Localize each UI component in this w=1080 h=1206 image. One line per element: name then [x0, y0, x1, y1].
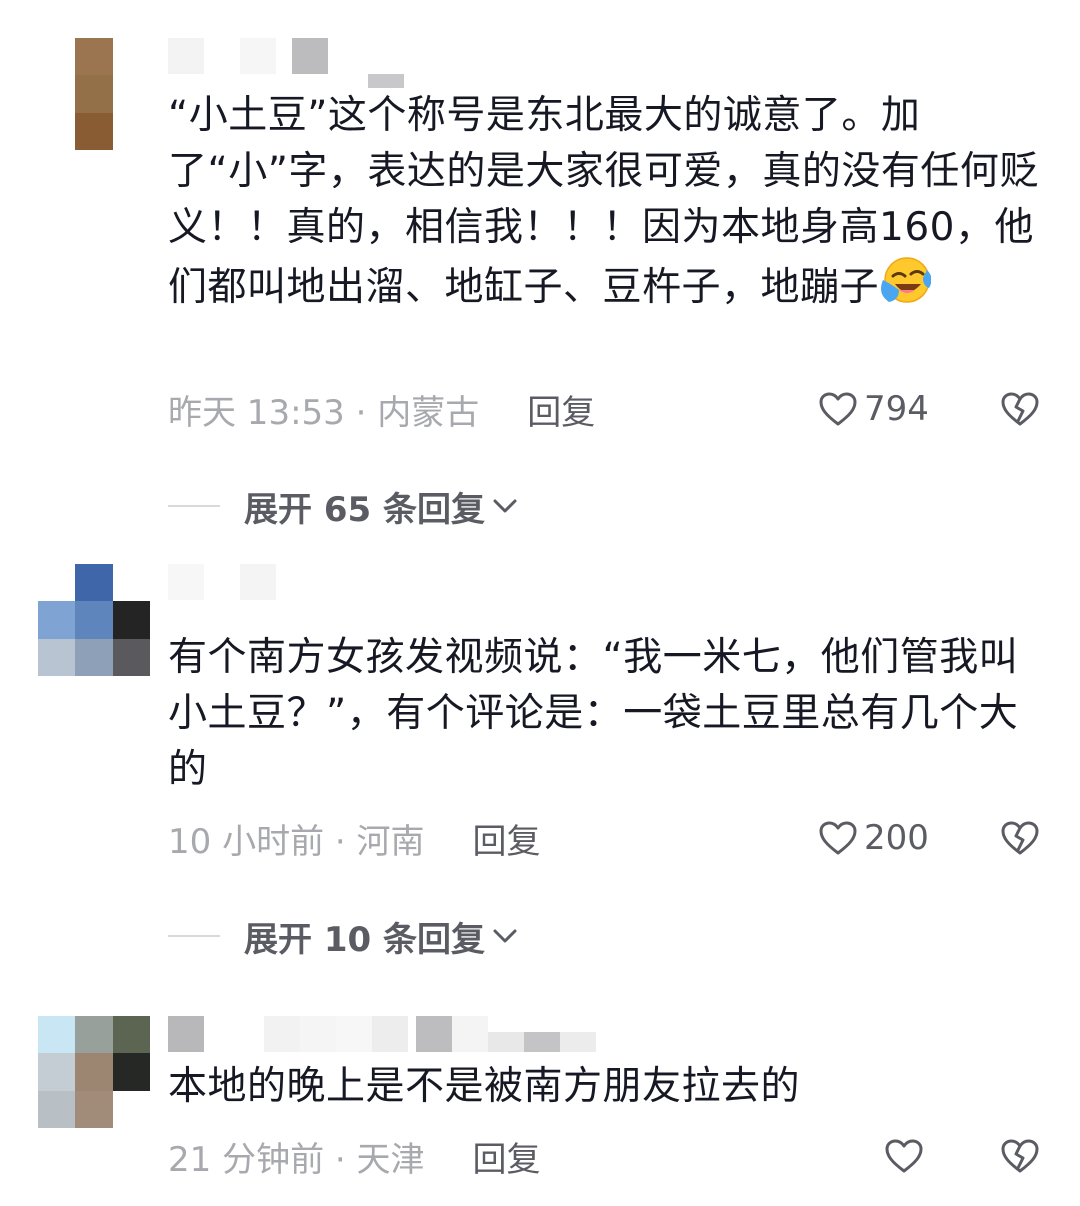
comment-text-content: 本地的晚上是不是被南方朋友拉去的: [168, 1064, 801, 1109]
comment-meta: 10 小时前 · 河南 回复 200: [168, 813, 1040, 863]
username-pixelated[interactable]: [168, 38, 404, 88]
comment-timestamp-location: 昨天 13:53 · 内蒙古: [168, 392, 480, 433]
comment-meta: 21 分钟前 · 天津 回复: [168, 1131, 1040, 1181]
dislike-button[interactable]: [1000, 820, 1040, 856]
like-count: 794: [864, 389, 929, 429]
like-count: 200: [864, 818, 929, 858]
comment-text: 本地的晚上是不是被南方朋友拉去的: [168, 1059, 1048, 1115]
expand-divider-line: [168, 505, 220, 507]
like-button[interactable]: 794: [818, 389, 930, 429]
laughing-crying-emoji: [881, 257, 932, 303]
comment-text: 有个南方女孩发视频说：“我一米七，他们管我叫小土豆？”，有个评论是：一袋土豆里总…: [168, 630, 1048, 798]
comment-timestamp-location: 21 分钟前 · 天津: [168, 1139, 425, 1180]
username-pixelated[interactable]: [168, 564, 276, 608]
avatar[interactable]: [38, 38, 150, 150]
reply-button[interactable]: 回复: [473, 814, 541, 863]
heart-outline-icon: [819, 821, 857, 855]
heart-outline-icon: [885, 1139, 923, 1173]
avatar[interactable]: [38, 1016, 150, 1128]
avatar[interactable]: [38, 564, 150, 676]
comment-timestamp-location: 10 小时前 · 河南: [168, 821, 425, 862]
like-button[interactable]: [884, 1138, 930, 1174]
expand-replies-label: 展开 65 条回复: [244, 489, 485, 530]
like-button[interactable]: 200: [818, 818, 930, 858]
comment-meta: 昨天 13:53 · 内蒙古 回复 794: [168, 384, 1040, 434]
dislike-button[interactable]: [1000, 391, 1040, 427]
dislike-button[interactable]: [1000, 1138, 1040, 1174]
broken-heart-icon: [1001, 821, 1039, 855]
reply-button[interactable]: 回复: [473, 1132, 541, 1181]
username-pixelated[interactable]: [168, 1016, 596, 1060]
comment-text-content: 有个南方女孩发视频说：“我一米七，他们管我叫小土豆？”，有个评论是：一袋土豆里总…: [168, 635, 1019, 792]
expand-replies-button[interactable]: 展开 65 条回复: [168, 484, 519, 530]
expand-divider-line: [168, 935, 220, 937]
heart-outline-icon: [819, 392, 857, 426]
expand-replies-button[interactable]: 展开 10 条回复: [168, 914, 519, 960]
broken-heart-icon: [1001, 392, 1039, 426]
chevron-down-icon: [493, 499, 517, 513]
reply-button[interactable]: 回复: [527, 385, 595, 434]
broken-heart-icon: [1001, 1139, 1039, 1173]
comment-text: “小土豆”这个称号是东北最大的诚意了。加了“小”字，表达的是大家很可爱，真的没有…: [168, 88, 1048, 316]
chevron-down-icon: [493, 929, 517, 943]
expand-replies-label: 展开 10 条回复: [244, 919, 485, 960]
